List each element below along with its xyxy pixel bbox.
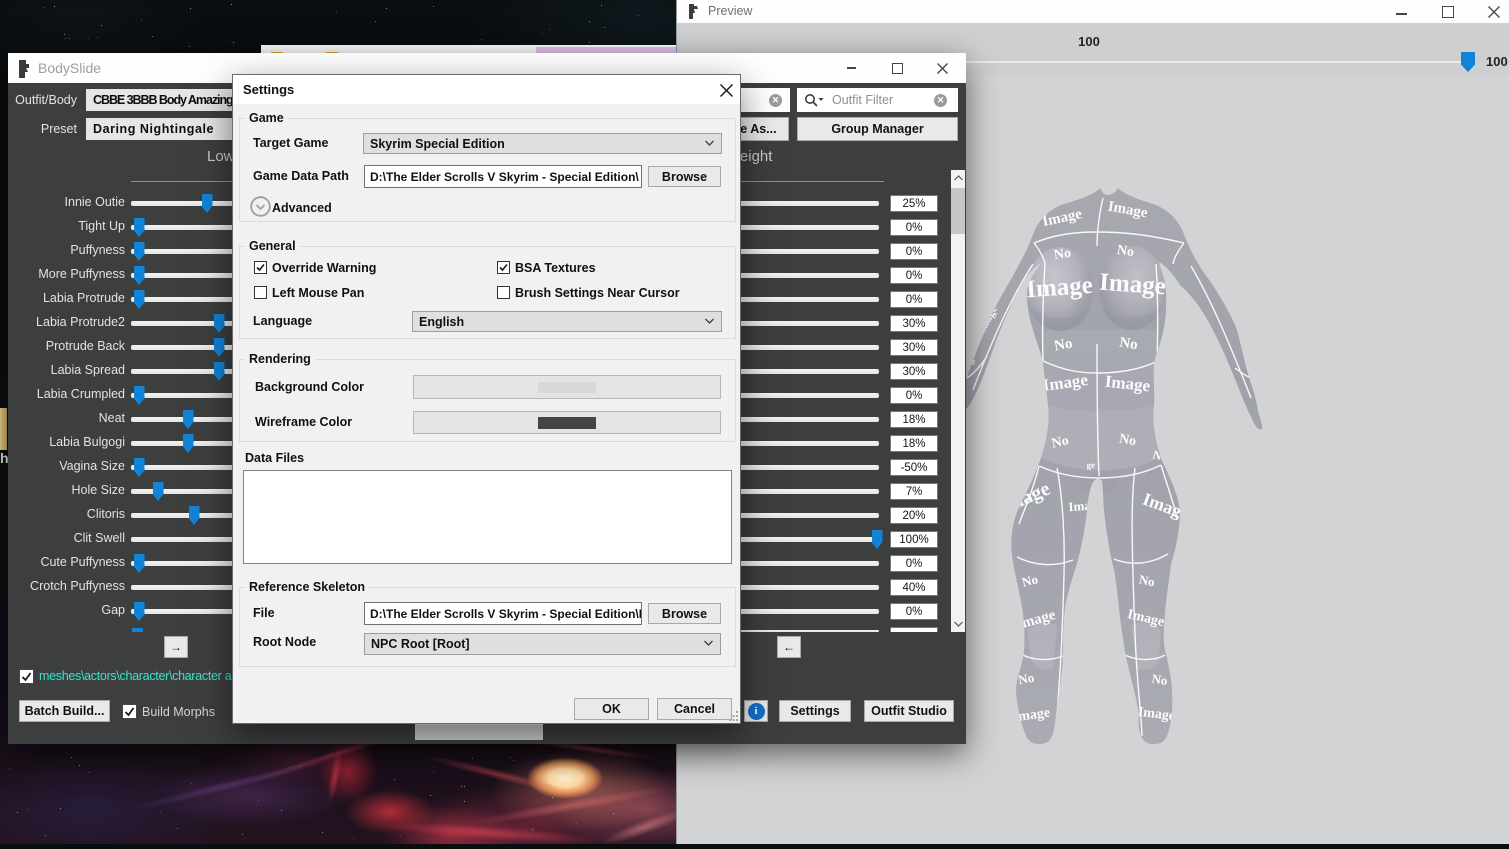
svg-text:Image: Image	[1098, 269, 1166, 301]
svg-text:No: No	[1118, 432, 1137, 450]
svg-text:Image: Image	[1068, 497, 1104, 514]
svg-text:No: No	[1222, 282, 1239, 300]
svg-text:No: No	[1053, 246, 1072, 263]
svg-text:Image: Image	[1195, 233, 1225, 268]
svg-text:Image: Image	[1025, 272, 1093, 304]
svg-text:No: No	[1017, 670, 1035, 688]
svg-text:No: No	[1151, 671, 1169, 688]
svg-text:No: No	[1053, 336, 1074, 355]
svg-text:No: No	[1003, 445, 1023, 465]
svg-text:No: No	[1118, 335, 1138, 353]
svg-text:No: No	[1116, 243, 1135, 260]
svg-text:No: No	[1258, 396, 1272, 410]
svg-text:ge: ge	[1086, 460, 1095, 471]
